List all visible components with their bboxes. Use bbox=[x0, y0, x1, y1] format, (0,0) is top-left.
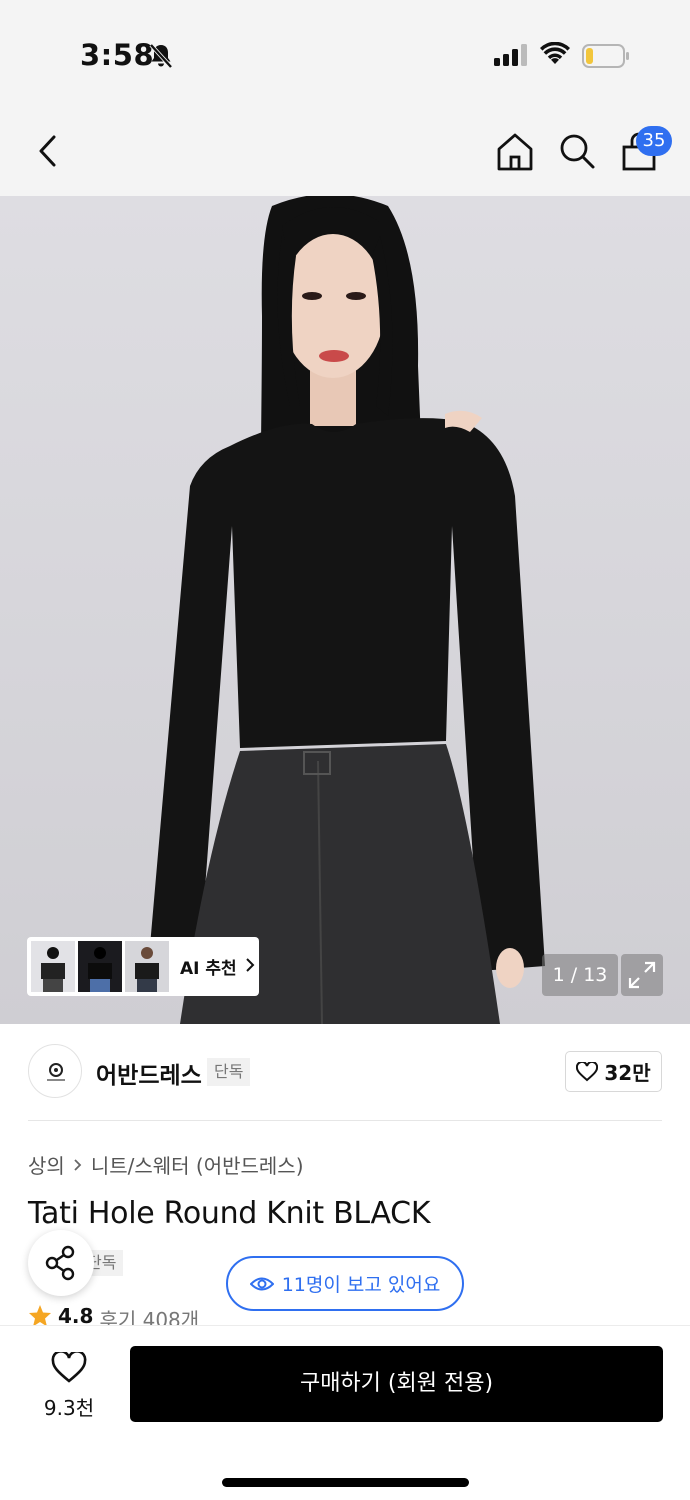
brand-name[interactable]: 어반드레스 bbox=[96, 1056, 202, 1090]
ai-thumbnail bbox=[78, 941, 122, 992]
back-button[interactable] bbox=[30, 129, 70, 173]
home-icon bbox=[497, 133, 533, 171]
status-time: 3:58 bbox=[80, 38, 155, 72]
expand-icon bbox=[628, 961, 656, 989]
brand-exclusive-tag: 단독 bbox=[207, 1058, 251, 1086]
brand-logo[interactable] bbox=[28, 1044, 82, 1098]
ai-recommend-button[interactable]: AI 추천 bbox=[27, 937, 259, 996]
cellular-signal-icon bbox=[494, 44, 528, 70]
share-button[interactable] bbox=[28, 1230, 94, 1296]
rating-row[interactable]: 4.8 후기 408개 bbox=[28, 1304, 199, 1326]
heart-icon bbox=[576, 1061, 599, 1081]
divider bbox=[28, 1120, 662, 1121]
battery-icon bbox=[582, 44, 630, 72]
ai-thumbnail bbox=[125, 941, 169, 992]
status-bar: 3:58 bbox=[0, 0, 690, 105]
chevron-right-icon bbox=[74, 1158, 82, 1171]
viewers-indicator: 11명이 보고 있어요 bbox=[226, 1256, 464, 1311]
heart-icon bbox=[51, 1350, 87, 1383]
ai-recommend-label: AI 추천 bbox=[180, 959, 237, 979]
ai-thumbnail bbox=[31, 941, 75, 992]
product-title: Tati Hole Round Knit BLACK bbox=[28, 1196, 431, 1231]
image-counter: 1 / 13 bbox=[542, 954, 618, 996]
brand-logo-mark bbox=[47, 1063, 65, 1081]
brand-like-button[interactable]: 32만 bbox=[565, 1051, 662, 1092]
buy-button[interactable]: 구매하기 (회원 전용) bbox=[130, 1346, 663, 1422]
viewers-text: 11명이 보고 있어요 bbox=[281, 1274, 441, 1296]
top-nav bbox=[0, 105, 690, 197]
rating-score: 4.8 bbox=[58, 1304, 94, 1326]
breadcrumb: 상의 니트/스웨터 (어반드레스) bbox=[28, 1150, 304, 1179]
wishlist-count: 9.3천 bbox=[43, 1396, 95, 1420]
product-image[interactable] bbox=[0, 196, 690, 1024]
star-icon bbox=[29, 1305, 51, 1326]
wifi-icon bbox=[540, 41, 570, 70]
model-photo bbox=[150, 196, 545, 1024]
breadcrumb-subcategory[interactable]: 니트/스웨터 (어반드레스) bbox=[91, 1150, 304, 1179]
wishlist-button[interactable]: 9.3천 bbox=[34, 1350, 104, 1422]
review-count: 후기 408개 bbox=[99, 1308, 200, 1326]
chevron-right-icon bbox=[245, 957, 255, 977]
home-button[interactable] bbox=[494, 129, 536, 173]
breadcrumb-category[interactable]: 상의 bbox=[28, 1150, 65, 1179]
expand-button[interactable] bbox=[621, 954, 663, 996]
search-icon bbox=[560, 134, 595, 169]
cart-count-badge: 35 bbox=[636, 126, 672, 156]
search-button[interactable] bbox=[556, 129, 598, 173]
bottom-action-bar: 9.3천 구매하기 (회원 전용) bbox=[0, 1325, 690, 1500]
share-icon bbox=[45, 1245, 75, 1281]
eye-icon bbox=[249, 1277, 274, 1290]
bell-slash-icon bbox=[148, 42, 174, 74]
home-indicator bbox=[222, 1478, 469, 1487]
brand-like-count: 32만 bbox=[604, 1061, 651, 1085]
